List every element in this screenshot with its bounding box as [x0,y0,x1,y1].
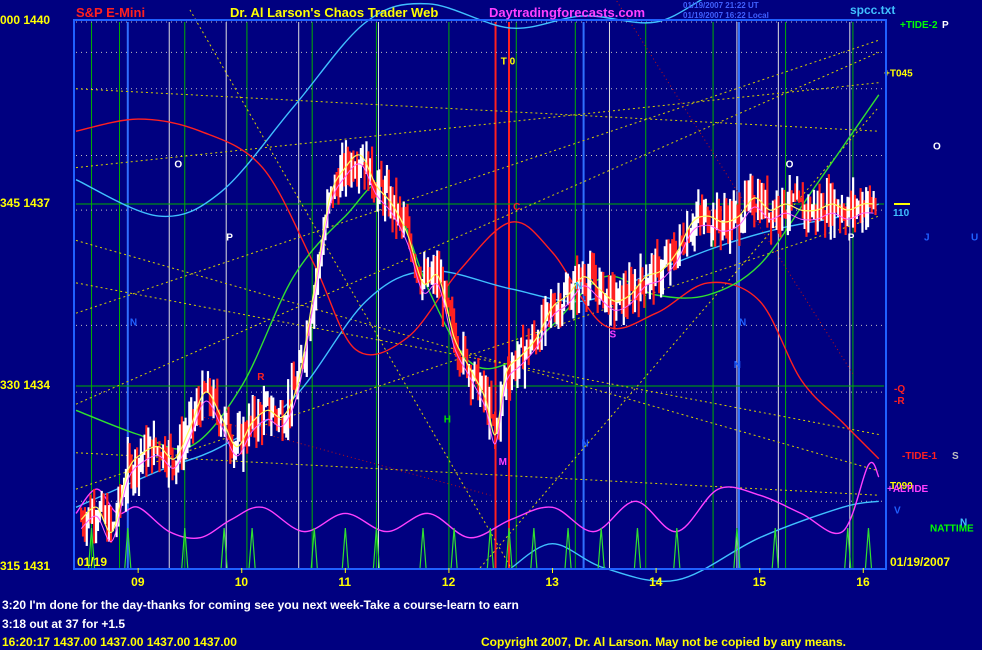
timestamp-local: 01/19/2007 16:22 Local [683,11,769,20]
annotation-label: P [848,232,855,243]
right-margin-label: N [960,518,967,529]
x-tick-label: 16 [856,575,870,589]
annotation-label: O [174,160,182,171]
annotation-label: N [130,317,137,328]
x-tick-label: 12 [442,575,456,589]
right-margin-label: NATTIME [930,524,974,535]
date-left: 01/19 [77,555,107,569]
annotation-label: R [257,372,265,383]
annotation-label: O [786,160,794,171]
x-tick-label: 13 [546,575,560,589]
right-margin-label: S [952,451,959,462]
right-margin-label: -Q [894,384,905,395]
annotation-label: C [513,202,520,213]
right-margin-label: J [924,232,930,243]
annotation-label: N [739,317,746,328]
x-tick-label: 14 [649,575,663,589]
x-tick-label: 11 [338,575,351,589]
right-margin-label: +T045 [884,69,913,80]
annotation-label: H [444,414,451,425]
comment-line-1: 3:20 I'm done for the day-thanks for com… [2,598,519,612]
right-margin-label: -R [894,396,905,407]
right-margin-label: P [942,20,949,31]
right-margin-label: 110 [893,208,910,219]
annotation-label: M [499,457,507,468]
x-tick-label: 10 [235,575,249,589]
right-margin-label: -TIDE-1 [902,451,937,462]
data-filename: spcc.txt [850,3,895,17]
right-margin-label: +TIDE-2 [900,20,938,31]
site-url: Daytradingforecasts.com [489,5,645,20]
annotation-label: S [609,329,616,340]
y-label-1434: 330 1434 [0,378,50,392]
site-title: Dr. Al Larson's Chaos Trader Web [230,5,438,20]
instrument-title: S&P E-Mini [76,5,145,20]
timestamp-ut: 01/19/2007 21:22 UT [683,1,759,10]
price-chart: O P N R T 0 C H M N S N O P N N +TIDE-2 P +T045 O 110 J U -Q-R… [0,0,982,650]
x-tick-label: 09 [131,575,145,589]
right-margin-label: U [971,232,978,243]
annotation-label: N [575,281,582,292]
copyright-notice: Copyright 2007, Dr. Al Larson. May not b… [481,635,846,649]
right-margin-label: V [894,505,901,516]
y-label-1440: 000 1440 [0,13,50,27]
right-margin-label: O [933,141,941,152]
annotation-label: N [582,439,589,450]
y-label-1437: 345 1437 [0,196,50,210]
annotation-label: T 0 [501,56,516,67]
y-label-1431: 315 1431 [0,559,50,573]
x-tick-label: 15 [753,575,767,589]
right-margin-label: +ALTIDE [887,484,929,495]
annotation-label: P [226,232,233,243]
annotation-label: N [734,360,741,371]
last-quote: 16:20:17 1437.00 1437.00 1437.00 1437.00 [2,635,237,649]
comment-line-2: 3:18 out at 37 for +1.5 [2,617,126,631]
date-right: 01/19/2007 [890,555,950,569]
